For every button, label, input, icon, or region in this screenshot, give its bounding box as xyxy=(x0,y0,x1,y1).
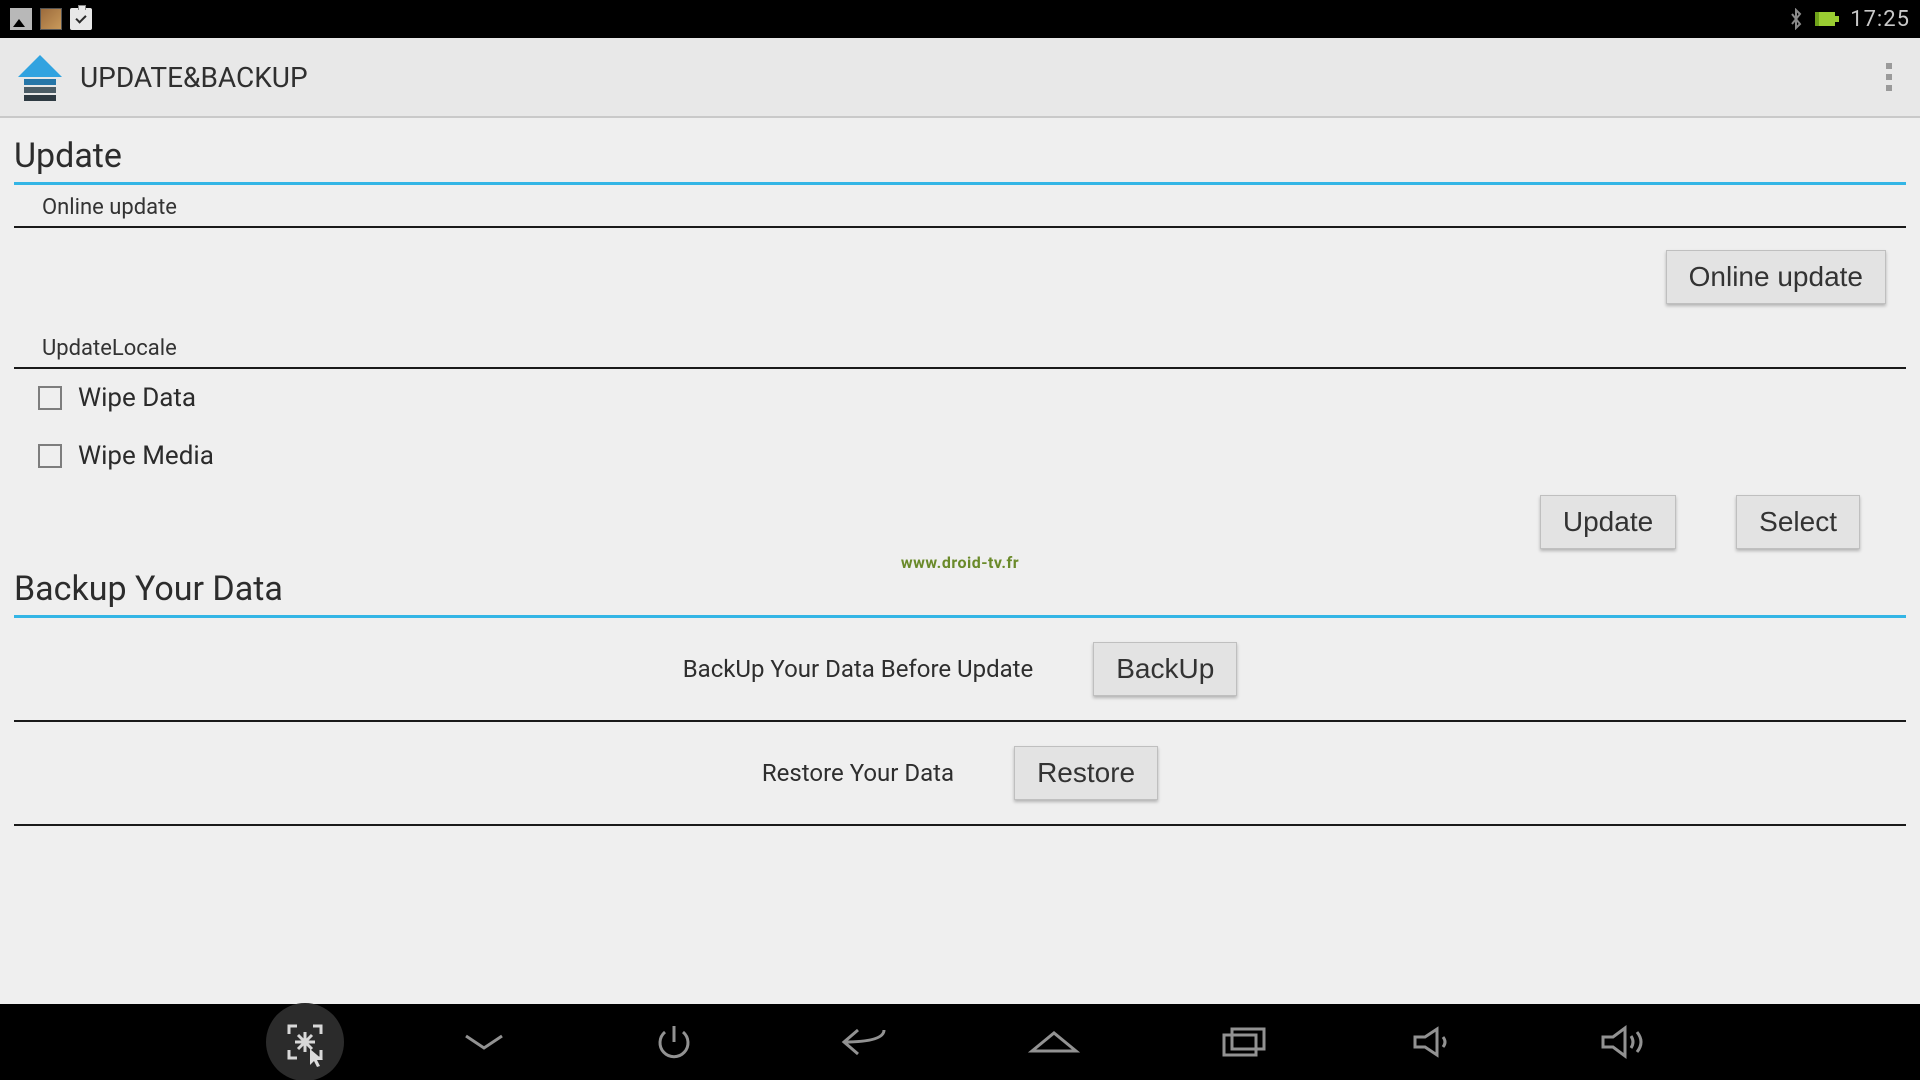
hide-bar-icon[interactable] xyxy=(454,1020,514,1064)
update-heading: Update xyxy=(0,136,1920,182)
watermark-text: www.droid-tv.fr xyxy=(901,553,1019,572)
clipboard-check-icon xyxy=(70,8,92,30)
restore-desc: Restore Your Data xyxy=(762,759,954,787)
backup-row: BackUp Your Data Before Update BackUp xyxy=(14,618,1906,722)
backup-button[interactable]: BackUp xyxy=(1093,642,1237,696)
action-bar: UPDATE&BACKUP xyxy=(0,38,1920,118)
status-clock: 17:25 xyxy=(1850,7,1910,32)
home-icon[interactable] xyxy=(1024,1020,1084,1064)
bluetooth-icon xyxy=(1788,8,1804,30)
app-icon xyxy=(18,55,62,99)
navigation-bar xyxy=(0,1004,1920,1080)
update-button[interactable]: Update xyxy=(1540,495,1676,549)
gallery-icon xyxy=(10,8,32,30)
app-title: UPDATE&BACKUP xyxy=(80,61,308,94)
overflow-menu-icon[interactable] xyxy=(1876,57,1902,97)
wipe-media-row[interactable]: Wipe Media xyxy=(0,427,1920,485)
battery-icon xyxy=(1814,9,1840,29)
online-update-button[interactable]: Online update xyxy=(1666,250,1886,304)
back-icon[interactable] xyxy=(834,1020,894,1064)
restore-button[interactable]: Restore xyxy=(1014,746,1158,800)
update-locale-header: UpdateLocale xyxy=(14,326,1906,369)
power-icon[interactable] xyxy=(644,1020,704,1064)
screenshot-button[interactable] xyxy=(266,1003,344,1080)
volume-down-icon[interactable] xyxy=(1404,1020,1464,1064)
content-area: Update Online update Online update Updat… xyxy=(0,118,1920,1004)
photo-icon xyxy=(40,8,62,30)
backup-heading: Backup Your Data xyxy=(0,569,1920,615)
wipe-data-label: Wipe Data xyxy=(78,383,196,413)
wipe-data-row[interactable]: Wipe Data xyxy=(0,369,1920,427)
volume-up-icon[interactable] xyxy=(1594,1020,1654,1064)
wipe-media-checkbox[interactable] xyxy=(38,444,62,468)
wipe-media-label: Wipe Media xyxy=(78,441,214,471)
recent-apps-icon[interactable] xyxy=(1214,1020,1274,1064)
restore-row: Restore Your Data Restore xyxy=(14,722,1906,826)
select-button[interactable]: Select xyxy=(1736,495,1860,549)
backup-desc: BackUp Your Data Before Update xyxy=(683,655,1034,683)
status-bar: 17:25 xyxy=(0,0,1920,38)
wipe-data-checkbox[interactable] xyxy=(38,386,62,410)
online-update-header: Online update xyxy=(14,185,1906,228)
